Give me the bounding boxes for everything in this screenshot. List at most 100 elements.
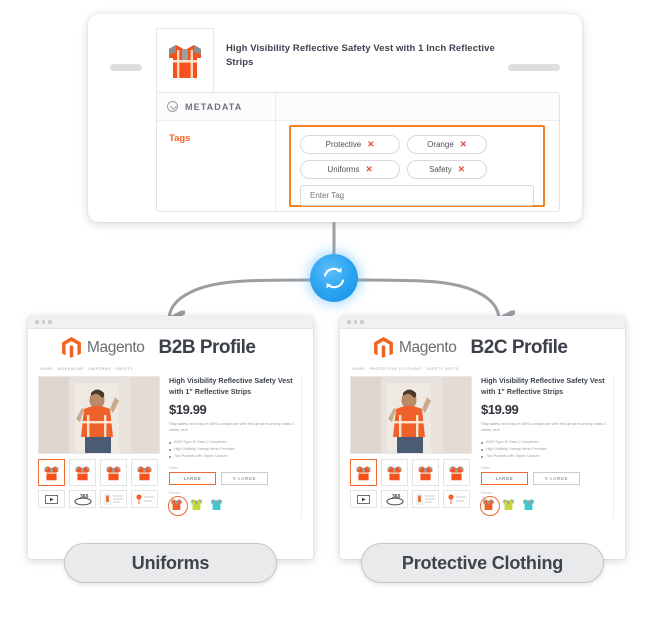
profile-title: B2B Profile [158,337,256,358]
safety-vest-icon [387,465,402,480]
feature-item: High Visibility Orange Mesh Provides [169,446,297,453]
size-option-large[interactable]: LARGE [481,472,528,486]
window-dot [360,320,364,324]
feature-item: ANSI Type R Class 2 Compliant [481,439,609,446]
metadata-body: Tags Protective ✕ Orange ✕ Uniforms ✕ Sa… [157,121,559,211]
gallery-thumbnail[interactable] [131,459,158,486]
tag-row: Uniforms ✕ Safety ✕ [300,160,534,179]
safety-vest-icon [44,465,59,480]
spin-360-icon[interactable]: 360 [69,490,96,508]
color-options [479,495,609,516]
color-swatch-teal[interactable] [209,497,224,512]
metadata-section-header[interactable]: METADATA [157,93,559,121]
size-option-xlarge[interactable]: X-LARGE [221,472,268,486]
close-x-icon[interactable]: ✕ [458,165,465,174]
product-gallery: 360 [350,376,472,512]
profile-title: B2C Profile [470,337,568,358]
tag-chip-label: Uniforms [327,165,360,174]
safety-vest-icon [356,465,371,480]
color-options [167,495,297,516]
diagram-icon[interactable] [443,490,470,508]
safety-vest-icon [169,44,201,78]
feature-item: ANSI Type R Class 2 Compliant [169,439,297,446]
spec-sheet-glyph [103,493,123,505]
breadcrumb[interactable]: HOME · PROTECTIVE CLOTHING · SAFETY VEST… [340,363,625,376]
feature-item: Two Pockets with Zipper Closure [169,453,297,460]
color-swatch-lime[interactable] [501,497,516,512]
size-option-xlarge[interactable]: X-LARGE [533,472,580,486]
gallery-thumbnail[interactable] [443,459,470,486]
safety-vest-icon [191,499,202,511]
gallery-thumbnail[interactable] [69,459,96,486]
diagram-icon[interactable] [131,490,158,508]
spin-360-icon[interactable]: 360 [381,490,408,508]
feature-text: Two Pockets with Zipper Closure [486,454,540,459]
color-swatch-orange[interactable] [479,495,500,516]
brand-name: Magento [399,339,457,356]
window-dot [35,320,39,324]
size-label: Size: [169,466,179,471]
detail-divider [613,376,614,519]
tags-field-highlight: Protective ✕ Orange ✕ Uniforms ✕ Safety … [289,125,545,207]
storefront-b2b: Magento B2B Profile HOME · WORKWEAR · UN… [28,316,313,559]
tag-row: Protective ✕ Orange ✕ [300,135,534,154]
size-options: LARGE X-LARGE [169,472,297,486]
thumbnail-row [38,459,160,486]
tag-chip-label: Protective [325,140,362,149]
tag-chip-label: Safety [429,165,452,174]
close-x-icon[interactable]: ✕ [365,165,372,174]
gallery-thumbnail[interactable] [412,459,439,486]
metadata-label: METADATA [185,101,243,112]
safety-vest-icon [418,465,433,480]
window-dot [41,320,45,324]
product-info: High Visibility Reflective Safety Vest w… [479,376,614,519]
storefront-header: Magento B2B Profile [28,329,313,363]
feature-text: Two Pockets with Zipper Closure [174,454,228,459]
play-video-icon[interactable] [38,490,65,508]
product-thumbnail [156,28,214,93]
window-dot [353,320,357,324]
gallery-thumbnail[interactable] [381,459,408,486]
size-option-large[interactable]: LARGE [169,472,216,486]
breadcrumb[interactable]: HOME · WORKWEAR · UNIFORMS · SAFETY [28,363,313,376]
gallery-thumbnail[interactable] [100,459,127,486]
tag-chip[interactable]: Protective ✕ [300,135,400,154]
product-hero-image[interactable] [38,376,160,454]
category-pill-protective-clothing: Protective Clothing [361,543,604,583]
close-x-icon[interactable]: ✕ [367,140,374,149]
close-x-icon[interactable]: ✕ [460,140,467,149]
color-swatch-teal[interactable] [521,497,536,512]
brand-name: Magento [87,339,145,356]
enter-tag-input[interactable] [300,185,534,206]
product-feature-list: ANSI Type R Class 2 Compliant High Visib… [169,439,297,460]
tag-chip[interactable]: Safety ✕ [407,160,487,179]
svg-text:360: 360 [80,494,89,500]
play-video-icon[interactable] [350,490,377,508]
color-swatch-lime[interactable] [189,497,204,512]
magento-logo-icon [374,337,393,358]
product-price: $19.99 [481,401,519,417]
safety-vest-icon [483,499,494,511]
detail-divider [301,376,302,519]
color-swatch-orange[interactable] [167,495,188,516]
tag-chip-label: Orange [427,140,454,149]
product-hero-image[interactable] [350,376,472,454]
spec-sheet-icon[interactable] [412,490,439,508]
media-button-row: 360 [350,490,472,508]
spin-360-glyph: 360 [74,494,91,505]
spec-sheet-icon[interactable] [100,490,127,508]
product-price: $19.99 [169,401,207,417]
spin-360-glyph: 360 [386,494,403,505]
thumbnail-row [350,459,472,486]
product-detail-body: 360 High Visibility Reflective Safety Ve… [28,376,313,519]
tag-chip[interactable]: Uniforms ✕ [300,160,400,179]
chevron-down-circle-icon [167,101,178,112]
metadata-column-divider [275,93,276,120]
play-video-glyph [45,494,58,504]
tag-chip[interactable]: Orange ✕ [407,135,487,154]
feature-text: High Visibility Orange Mesh Provides [486,447,547,452]
gallery-thumbnail[interactable] [38,459,65,486]
gallery-thumbnail[interactable] [350,459,377,486]
feature-text: ANSI Type R Class 2 Compliant [174,440,227,445]
diagram-glyph [135,493,154,504]
